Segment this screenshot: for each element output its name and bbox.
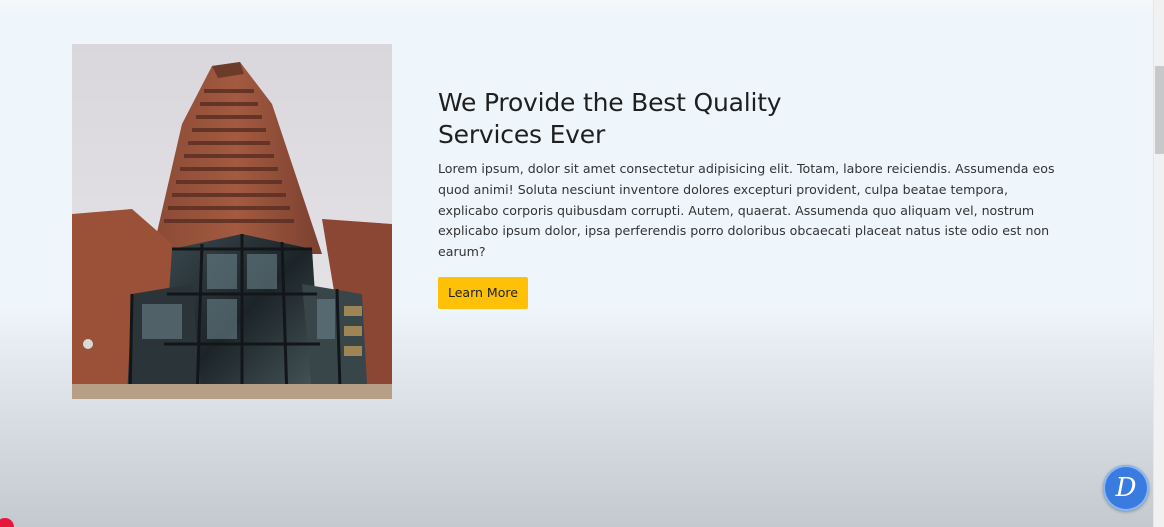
d-logo-icon[interactable]: D <box>1103 465 1149 511</box>
scrollbar-thumb[interactable] <box>1155 66 1164 154</box>
scrollbar[interactable] <box>1153 0 1164 527</box>
record-dot-icon <box>0 518 14 527</box>
content-block: We Provide the Best Quality Services Eve… <box>438 87 1078 309</box>
section-title: We Provide the Best Quality Services Eve… <box>438 88 782 149</box>
top-strip <box>0 0 1153 14</box>
learn-more-button[interactable]: Learn More <box>438 276 528 309</box>
building-photo <box>72 44 392 399</box>
section-description: Lorem ipsum, dolor sit amet consectetur … <box>438 161 1055 260</box>
badge-letter: D <box>1115 473 1137 503</box>
